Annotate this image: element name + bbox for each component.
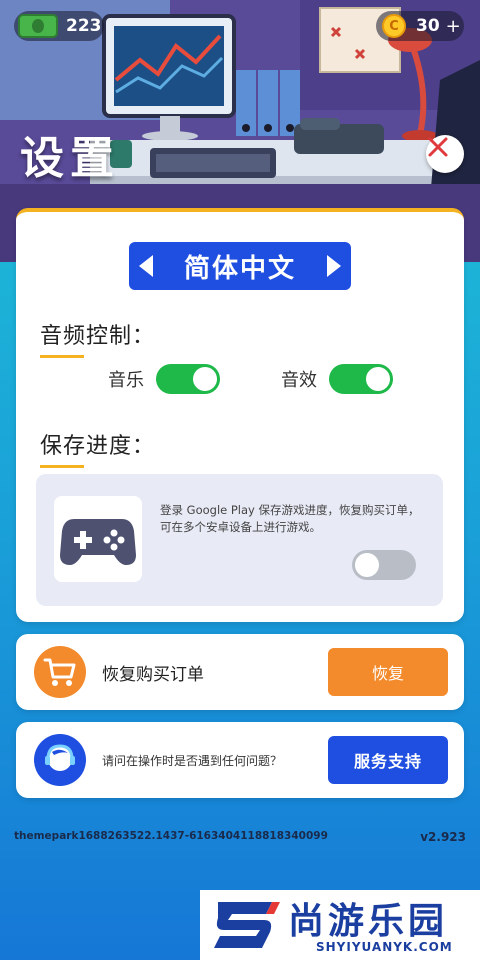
support-text: 请问在操作时是否遇到任何问题？: [102, 753, 283, 768]
coin-icon: C: [382, 14, 406, 38]
shopping-cart-icon: [43, 658, 76, 686]
device-id: themepark1688263522.1437-616340411881834…: [14, 830, 328, 842]
music-setting: 音乐: [108, 364, 220, 394]
heading-underline: [40, 355, 84, 358]
support-badge: [34, 734, 86, 786]
arrow-left-icon[interactable]: [139, 255, 153, 277]
support-card: 请问在操作时是否遇到任何问题？ 服务支持: [16, 722, 464, 798]
save-heading-text: 保存进度：: [40, 434, 156, 459]
sfx-setting: 音效: [281, 364, 393, 394]
restore-card: 恢复购买订单 恢复: [16, 634, 464, 710]
coin-amount: 30: [416, 16, 440, 36]
heading-underline: [40, 465, 84, 468]
music-toggle[interactable]: [156, 364, 220, 394]
add-coins-icon[interactable]: +: [446, 16, 461, 37]
cash-amount: 223: [66, 16, 102, 36]
sfx-toggle[interactable]: [329, 364, 393, 394]
sfx-label: 音效: [281, 370, 317, 391]
close-button[interactable]: [426, 135, 464, 173]
restore-text: 恢复购买订单: [102, 664, 204, 685]
audio-heading: 音频控制：: [40, 318, 156, 358]
version-label: v2.923: [420, 830, 466, 844]
language-selector[interactable]: 简体中文: [129, 242, 351, 290]
gamepad-icon: [60, 519, 136, 565]
music-label: 音乐: [108, 370, 144, 391]
cash-counter: 223: [14, 11, 104, 41]
google-play-toggle[interactable]: [352, 550, 416, 580]
google-play-panel: 登录 Google Play 保存游戏进度，恢复购买订单，可在多个安卓设备上进行…: [36, 474, 443, 606]
toggle-knob: [355, 553, 379, 577]
support-button[interactable]: 服务支持: [328, 736, 448, 784]
gamepad-tile: [54, 496, 142, 582]
watermark: 尚游乐园 SHYIYUANYK.COM: [200, 890, 480, 960]
toggle-knob: [193, 367, 217, 391]
cart-badge: [34, 646, 86, 698]
watermark-logo-icon: [214, 902, 280, 948]
toggle-knob: [366, 367, 390, 391]
audio-heading-text: 音频控制：: [40, 324, 156, 349]
settings-card: 简体中文 音频控制： 音乐 音效 保存进度： 登录 Google Play 保存…: [16, 208, 464, 622]
save-heading: 保存进度：: [40, 428, 156, 468]
cash-icon: [18, 14, 58, 38]
close-icon: [428, 137, 448, 157]
restore-button[interactable]: 恢复: [328, 648, 448, 696]
watermark-url: SHYIYUANYK.COM: [316, 940, 453, 954]
arrow-right-icon[interactable]: [326, 255, 341, 277]
page-title: 设置: [20, 133, 120, 184]
watermark-title: 尚游乐园: [288, 901, 449, 942]
language-label: 简体中文: [183, 253, 296, 284]
headset-icon: [45, 744, 75, 771]
google-play-description: 登录 Google Play 保存游戏进度，恢复购买订单，可在多个安卓设备上进行…: [160, 503, 420, 534]
coin-counter[interactable]: C 30 +: [376, 11, 464, 41]
